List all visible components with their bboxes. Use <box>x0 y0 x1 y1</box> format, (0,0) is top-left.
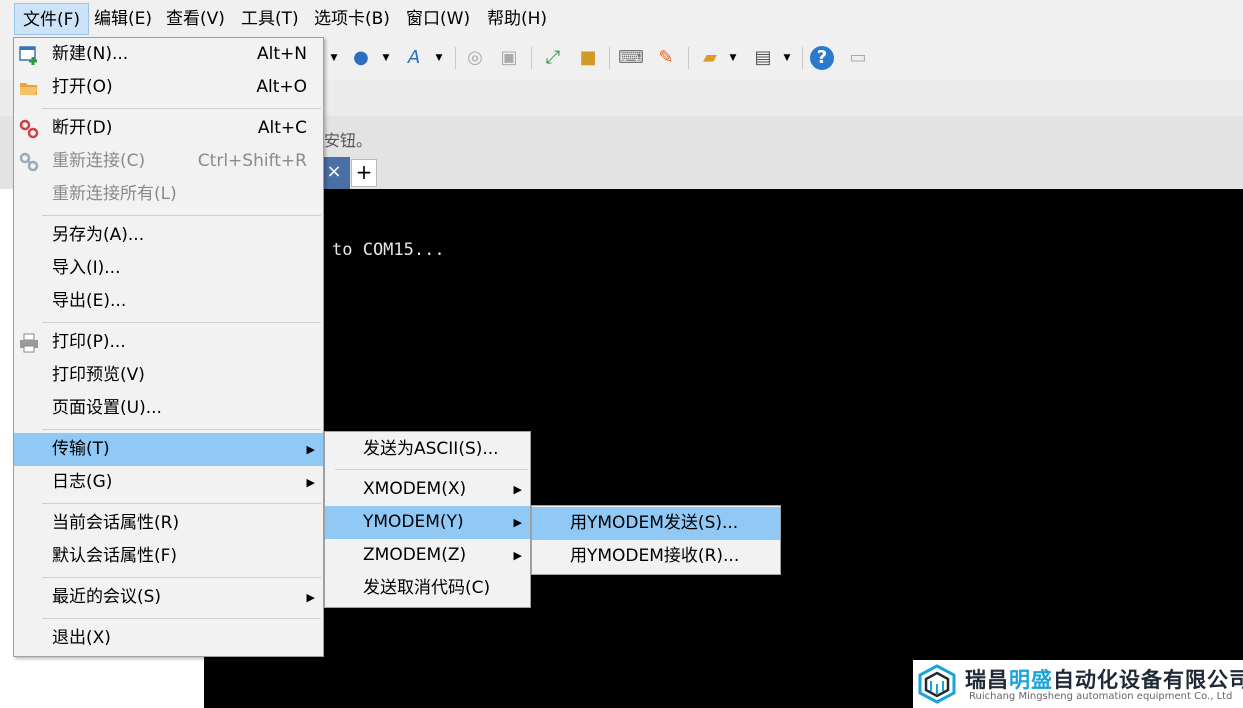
highlighter-icon[interactable]: ✎ <box>654 46 678 70</box>
hint-text: 安钮。 <box>324 131 373 150</box>
reconnect-icon <box>18 151 40 173</box>
folder-add-icon[interactable]: ▰ <box>698 46 722 70</box>
menu-item-recent-sessions[interactable]: 最近的会议(S) ▶ <box>14 581 323 614</box>
menu-item-transfer[interactable]: 传输(T) ▶ <box>14 433 323 466</box>
toolbar-separator <box>802 47 803 69</box>
menu-help[interactable]: 帮助(H) <box>479 3 555 35</box>
transfer-submenu: 发送为ASCII(S)... XMODEM(X) ▶ YMODEM(Y) ▶ ZMO… <box>324 431 531 608</box>
file-menu: 新建(N)... Alt+N 打开(O) Alt+O 断开(D) Alt+C 重新连接… <box>13 37 324 657</box>
new-session-icon <box>18 44 40 66</box>
company-logo: 瑞昌明盛自动化设备有限公司 Ruichang Mingsheng automat… <box>913 660 1243 708</box>
menu-item-open[interactable]: 打开(O) Alt+O <box>14 71 323 104</box>
folder-open-icon <box>18 77 40 99</box>
menu-separator <box>42 215 321 216</box>
menu-item-page-setup[interactable]: 页面设置(U)... <box>14 392 323 425</box>
dropdown-arrow-icon[interactable]: ▼ <box>329 46 339 70</box>
menu-separator <box>42 618 321 619</box>
menu-tabs[interactable]: 选项卡(B) <box>306 3 398 35</box>
menu-item-default-session[interactable]: 默认会话属性(F) <box>14 540 323 573</box>
toolbar-separator <box>609 47 610 69</box>
submenu-arrow-icon: ▶ <box>513 549 522 562</box>
menu-item-zmodem[interactable]: ZMODEM(Z) ▶ <box>325 539 530 572</box>
menu-item-log[interactable]: 日志(G) ▶ <box>14 466 323 499</box>
help-icon[interactable]: ? <box>810 46 834 70</box>
menu-item-save-as[interactable]: 另存为(A)... <box>14 219 323 252</box>
toolbar-separator <box>455 47 456 69</box>
layout-icon[interactable]: ▤ <box>751 46 775 70</box>
menu-item-ymodem-receive[interactable]: 用YMODEM接收(R)... <box>532 540 780 573</box>
menu-item-send-ascii[interactable]: 发送为ASCII(S)... <box>325 433 530 466</box>
printer-icon <box>18 332 40 354</box>
menu-item-xmodem[interactable]: XMODEM(X) ▶ <box>325 473 530 506</box>
keyboard-icon[interactable]: ⌨ <box>618 46 644 70</box>
logo-chinese-name: 瑞昌明盛自动化设备有限公司 <box>965 668 1243 692</box>
menu-separator <box>42 577 321 578</box>
terminal-line: to COM15... <box>332 240 445 260</box>
menu-item-reconnect-all[interactable]: 重新连接所有(L) <box>14 178 323 211</box>
fullscreen-icon[interactable]: ⤢ <box>541 46 565 70</box>
dropdown-arrow-icon[interactable]: ▼ <box>728 46 738 70</box>
menu-item-reconnect[interactable]: 重新连接(C) Ctrl+Shift+R <box>14 145 323 178</box>
menu-item-print-preview[interactable]: 打印预览(V) <box>14 359 323 392</box>
menu-item-send-cancel[interactable]: 发送取消代码(C) <box>325 572 530 605</box>
ymodem-submenu: 用YMODEM发送(S)... 用YMODEM接收(R)... <box>531 505 781 575</box>
camera-icon[interactable]: ▣ <box>497 46 521 70</box>
menu-tools[interactable]: 工具(T) <box>233 3 307 35</box>
swirl-icon[interactable]: ◎ <box>463 46 487 70</box>
menu-window[interactable]: 窗口(W) <box>398 3 478 35</box>
disconnect-icon <box>18 118 40 140</box>
toolbar-separator <box>531 47 532 69</box>
submenu-arrow-icon: ▶ <box>513 516 522 529</box>
submenu-arrow-icon: ▶ <box>306 443 315 456</box>
menu-item-exit[interactable]: 退出(X) <box>14 622 323 655</box>
menu-separator <box>42 322 321 323</box>
menu-item-session-options[interactable]: 当前会话属性(R) <box>14 507 323 540</box>
toolbar-separator <box>688 47 689 69</box>
menu-item-export[interactable]: 导出(E)... <box>14 285 323 318</box>
menu-item-new[interactable]: 新建(N)... Alt+N <box>14 38 323 71</box>
menu-file[interactable]: 文件(F) <box>14 3 90 35</box>
menubar: 文件(F) 编辑(E) 查看(V) 工具(T) 选项卡(B) 窗口(W) 帮助(… <box>0 0 1243 38</box>
logo-english-name: Ruichang Mingsheng automation equipment … <box>969 691 1233 702</box>
menu-edit[interactable]: 编辑(E) <box>86 3 160 35</box>
menu-separator <box>42 108 321 109</box>
font-icon[interactable]: A <box>402 46 426 70</box>
menu-separator <box>42 429 321 430</box>
menu-separator <box>335 469 528 470</box>
menu-item-disconnect[interactable]: 断开(D) Alt+C <box>14 112 323 145</box>
submenu-arrow-icon: ▶ <box>306 476 315 489</box>
submenu-arrow-icon: ▶ <box>306 591 315 604</box>
chat-icon[interactable]: ▭ <box>846 46 870 70</box>
lock-icon[interactable]: ■ <box>576 46 600 70</box>
dropdown-arrow-icon[interactable]: ▼ <box>434 46 444 70</box>
menu-item-import[interactable]: 导入(I)... <box>14 252 323 285</box>
menu-separator <box>42 503 321 504</box>
dropdown-arrow-icon[interactable]: ▼ <box>782 46 792 70</box>
dropdown-arrow-icon[interactable]: ▼ <box>381 46 391 70</box>
submenu-arrow-icon: ▶ <box>513 483 522 496</box>
new-tab-button[interactable]: + <box>351 159 377 187</box>
menu-view[interactable]: 查看(V) <box>158 3 233 35</box>
menu-item-print[interactable]: 打印(P)... <box>14 326 323 359</box>
menu-item-ymodem[interactable]: YMODEM(Y) ▶ <box>325 506 530 539</box>
globe-icon[interactable]: ● <box>349 46 373 70</box>
cube-logo-icon <box>918 664 956 704</box>
menu-item-ymodem-send[interactable]: 用YMODEM发送(S)... <box>532 507 780 540</box>
